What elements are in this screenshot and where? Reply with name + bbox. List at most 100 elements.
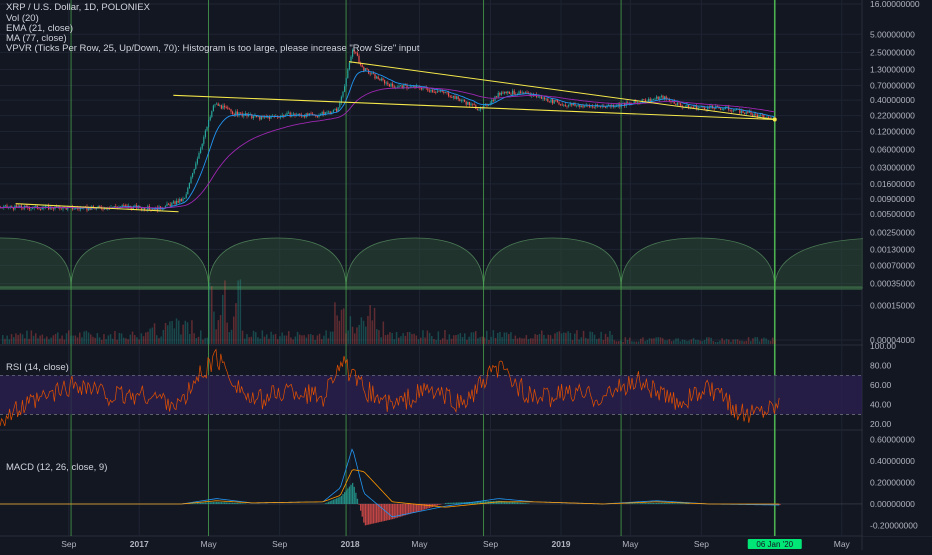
macd-histogram-bar [352, 483, 353, 504]
volume-bar [270, 332, 272, 344]
price-candle [474, 104, 475, 105]
volume-bar [435, 340, 437, 344]
volume-bar [402, 333, 404, 344]
macd-histogram-bar [680, 503, 681, 504]
price-candle [491, 100, 492, 103]
price-candle [53, 208, 54, 209]
price-candle [208, 120, 209, 127]
volume-bar [207, 338, 209, 344]
volume-bar [213, 312, 215, 344]
price-candle [510, 94, 511, 95]
price-candle [349, 63, 350, 70]
price-candle [659, 97, 660, 99]
price-candle [677, 103, 678, 105]
price-candle [170, 204, 171, 206]
macd-histogram-bar [232, 503, 233, 504]
price-candle [35, 206, 36, 207]
volume-bar [396, 332, 398, 344]
price-candle [560, 104, 561, 105]
price-axis-tick-label: 0.00130000 [870, 244, 915, 254]
volume-bar [193, 333, 195, 344]
rsi-indicator-label[interactable]: RSI (14, close) [6, 362, 69, 373]
price-candle [573, 104, 574, 105]
macd-histogram-bar [634, 503, 635, 504]
volume-bar [57, 332, 59, 344]
volume-bar [229, 332, 231, 344]
price-candle [192, 173, 193, 177]
macd-histogram-bar [376, 504, 377, 523]
volume-bar [605, 334, 607, 344]
price-candle [173, 201, 174, 202]
price-candle [218, 104, 219, 106]
macd-histogram-bar [331, 500, 332, 504]
volume-bar [543, 335, 545, 344]
vpvr-indicator-label[interactable]: VPVR (Ticks Per Row, 25, Up/Down, 70): H… [6, 43, 419, 54]
macd-histogram-bar [440, 504, 441, 505]
macd-histogram-bar [203, 503, 204, 504]
macd-histogram-bar [195, 503, 196, 504]
volume-bar [288, 331, 290, 344]
volume-bar [15, 333, 17, 344]
volume-bar [336, 315, 338, 344]
volume-bar [303, 335, 305, 344]
macd-histogram-bar [635, 503, 636, 504]
macd-histogram-bar [413, 504, 414, 513]
price-candle [594, 107, 595, 108]
macd-axis-tick-label: 0.40000000 [870, 456, 915, 466]
volume-bar [519, 337, 521, 344]
volume-bar [567, 331, 569, 344]
price-candle [555, 100, 556, 101]
macd-histogram-bar [523, 503, 524, 504]
volume-bar [768, 340, 770, 344]
volume-bar [719, 341, 721, 344]
macd-histogram-bar [456, 502, 457, 504]
time-axis-tick-label: May [201, 539, 218, 549]
price-candle [99, 206, 100, 207]
macd-histogram-bar [366, 504, 367, 525]
macd-histogram-bar [499, 501, 500, 504]
volume-bar [275, 334, 277, 344]
volume-bar [772, 338, 774, 344]
volume-bar [548, 335, 550, 344]
price-candle [733, 110, 734, 111]
macd-histogram-bar [378, 504, 379, 522]
price-candle [427, 88, 428, 90]
chart-root[interactable]: 16.000000005.000000002.500000001.3000000… [0, 0, 932, 550]
macd-histogram-bar [656, 503, 657, 504]
price-candle [282, 115, 283, 116]
volume-bar [99, 337, 101, 344]
volume-bar [163, 330, 165, 344]
macd-histogram-bar [674, 503, 675, 504]
price-candle [229, 109, 230, 110]
volume-bar [237, 281, 239, 344]
price-candle [454, 96, 455, 99]
volume-bar [284, 336, 286, 344]
price-candle [243, 115, 244, 116]
volume-bar [618, 341, 620, 344]
macd-histogram-bar [390, 504, 391, 520]
macd-indicator-label[interactable]: MACD (12, 26, close, 9) [6, 462, 107, 473]
price-candle [654, 99, 655, 100]
price-candle [376, 77, 377, 79]
price-candle [662, 96, 663, 99]
price-candle [40, 209, 41, 210]
volume-bar [534, 334, 536, 344]
volume-bar [88, 333, 90, 344]
volume-bar [134, 335, 136, 344]
volume-bar [127, 339, 128, 344]
volume-bar [598, 338, 600, 344]
volume-bar [26, 331, 28, 344]
volume-bar [354, 333, 356, 344]
time-axis-tick-label: 06 Jan '20 [756, 540, 793, 549]
price-candle [221, 105, 222, 108]
volume-bar [688, 341, 690, 344]
volume-bar [741, 341, 743, 344]
volume-bar [66, 333, 68, 344]
macd-histogram-bar [427, 504, 428, 508]
volume-bar [116, 340, 118, 344]
macd-histogram-bar [339, 497, 340, 504]
chart-canvas[interactable]: 16.000000005.000000002.500000001.3000000… [0, 0, 932, 550]
volume-bar [6, 336, 8, 344]
symbol-title[interactable]: XRP / U.S. Dollar, 1D, POLONIEX [6, 2, 150, 13]
volume-bar [114, 331, 116, 344]
